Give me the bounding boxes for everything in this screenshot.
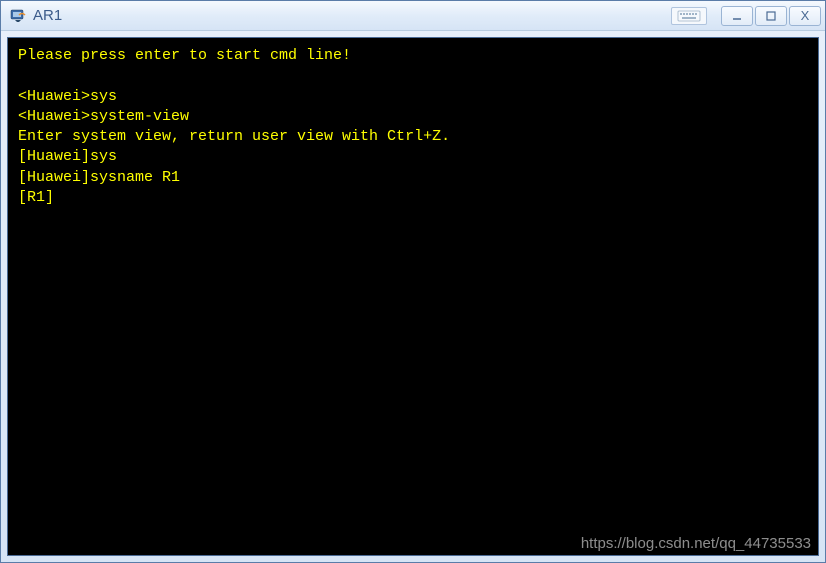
terminal-line: [Huawei]sysname R1 bbox=[18, 168, 808, 188]
terminal-line: Please press enter to start cmd line! bbox=[18, 46, 808, 66]
close-icon: X bbox=[801, 8, 810, 23]
titlebar[interactable]: AR1 X bbox=[1, 1, 825, 31]
ensp-device-icon bbox=[9, 7, 27, 25]
terminal-line bbox=[18, 66, 808, 86]
minimize-button[interactable] bbox=[721, 6, 753, 26]
terminal-line: [Huawei]sys bbox=[18, 147, 808, 167]
terminal-line: <Huawei>sys bbox=[18, 87, 808, 107]
terminal-line: [R1] bbox=[18, 188, 808, 208]
close-button[interactable]: X bbox=[789, 6, 821, 26]
terminal-line: Enter system view, return user view with… bbox=[18, 127, 808, 147]
terminal-line: <Huawei>system-view bbox=[18, 107, 808, 127]
terminal-container: Please press enter to start cmd line! <Hu… bbox=[1, 31, 825, 562]
input-indicator-icon bbox=[671, 7, 707, 25]
app-window: AR1 X bbox=[0, 0, 826, 563]
window-title: AR1 bbox=[33, 7, 671, 24]
terminal[interactable]: Please press enter to start cmd line! <Hu… bbox=[7, 37, 819, 556]
maximize-button[interactable] bbox=[755, 6, 787, 26]
window-controls: X bbox=[671, 6, 821, 26]
